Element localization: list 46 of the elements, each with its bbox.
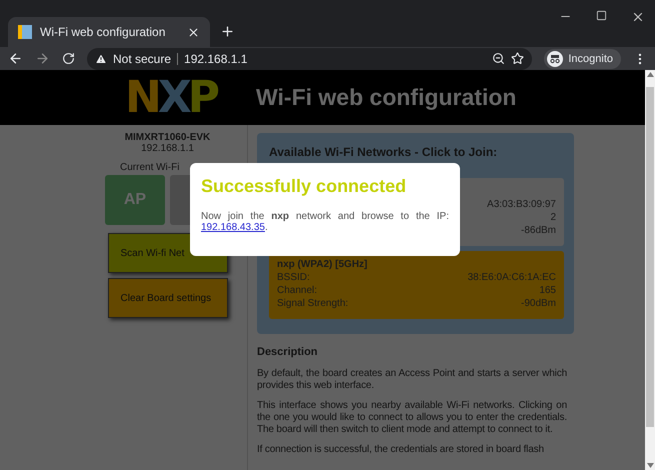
address-bar[interactable]: Not secure 192.168.1.1 (87, 48, 532, 70)
star-icon[interactable] (511, 52, 524, 65)
url-text: 192.168.1.1 (184, 52, 248, 66)
description-text: By default, the board creates an Access Point and starts a server which provides this web interface. (257, 368, 567, 392)
maximize-icon[interactable] (596, 10, 607, 21)
ip-link[interactable]: 192.168.43.35 (201, 222, 265, 233)
device-ip: 192.168.1.1 (141, 143, 194, 154)
description-text: This interface shows you nearby available Wi-Fi networks. Clicking on the one you would like to connect to allows you to enter the credentials. The board will then switch to client mode and attempt to connect to it. (257, 400, 567, 436)
panel-title: Available Wi-Fi Networks - Click to Join: (269, 145, 498, 161)
page-title: Wi-Fi web configuration (256, 84, 516, 111)
close-icon[interactable] (187, 26, 200, 38)
profile-button[interactable]: Incognito (544, 48, 621, 68)
warning-icon (95, 52, 107, 64)
scrollbar[interactable] (645, 70, 655, 470)
close-icon[interactable] (631, 10, 645, 24)
back-icon[interactable] (8, 51, 23, 66)
field-value: 2 (550, 212, 556, 225)
current-wifi-label: Current Wi-Fi (119, 162, 180, 173)
field-label: BSSID: (277, 272, 310, 285)
field-label: Channel: (277, 285, 318, 298)
dialog-title: Successfully connected (201, 176, 408, 197)
field-label: Signal Strength: (277, 298, 348, 311)
new-tab-icon[interactable] (220, 24, 235, 39)
field-value: -86dBm (520, 225, 556, 238)
security-label: Not secure (113, 52, 172, 66)
description-text: If connection is successful, the credentials are stored in board flash (257, 444, 545, 456)
scroll-up-icon[interactable] (646, 72, 654, 77)
reload-icon[interactable] (62, 52, 75, 65)
dialog-period: . (264, 222, 268, 233)
description-heading: Description (257, 346, 319, 358)
field-value: -90dBm (520, 298, 556, 311)
network-name: nxp (WPA2) [5GHz] (277, 259, 368, 272)
incognito-icon (547, 50, 564, 66)
scrollbar-thumb[interactable] (646, 87, 654, 427)
tab-title: Wi-Fi web configuration (40, 25, 166, 39)
logo: NXP (125, 72, 216, 123)
forward-icon[interactable] (35, 51, 50, 66)
browser-tab[interactable]: Wi-Fi web configuration (8, 17, 210, 47)
dialog-message: Now join the nxp network and browse to the IP: (201, 211, 449, 222)
scroll-down-icon[interactable] (646, 463, 654, 468)
field-value: A3:03:B3:09:97 (487, 199, 556, 212)
favicon-icon (18, 25, 32, 39)
device-name: MIMXRT1060-EVK (124, 132, 210, 143)
field-value: 165 (539, 285, 556, 298)
field-value: 38:E6:0A:C6:1A:EC (468, 272, 556, 285)
zoom-out-icon[interactable] (492, 52, 506, 65)
